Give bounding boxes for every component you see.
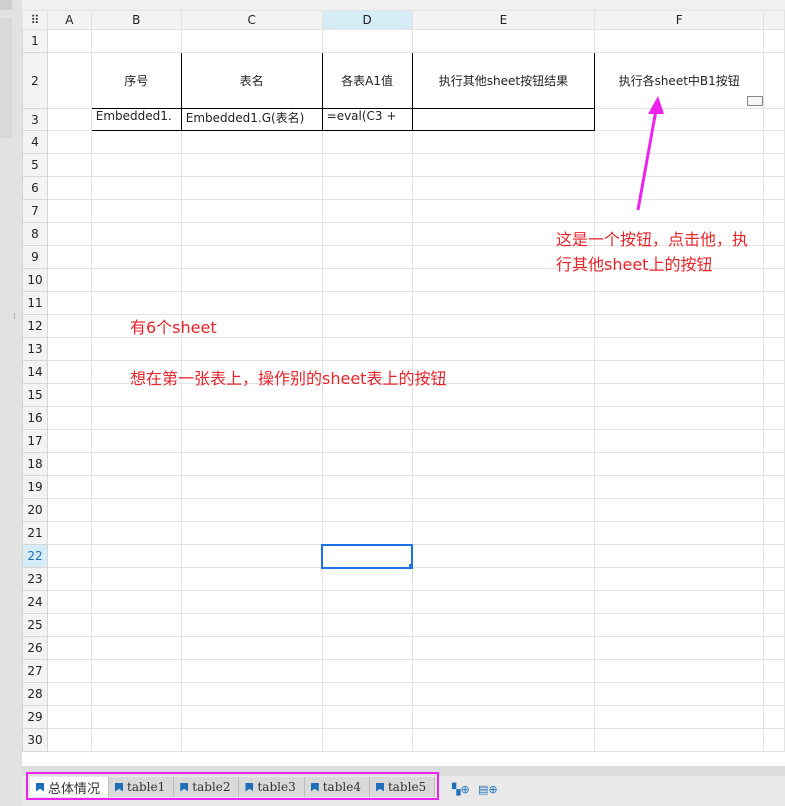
sheet-tab-label: table1 <box>127 780 166 794</box>
sheet-count-note: 有6个sheet <box>130 318 217 337</box>
sheet-tab-label: 总体情况 <box>48 781 101 797</box>
toolbar-gap <box>22 0 785 10</box>
sheet-tab-4[interactable]: table4 <box>304 777 370 797</box>
add-sheet-icon[interactable]: ▚⊕ <box>452 783 470 796</box>
sheet-icon <box>36 782 44 792</box>
sheet-icon <box>115 782 124 792</box>
button-note-line2: 行其他sheet上的按钮 <box>556 255 713 274</box>
button-note-line1: 这是一个按钮，点击他，执 <box>556 230 749 249</box>
sheet-tab-label: table5 <box>387 780 427 794</box>
sheet-tab-label: table3 <box>257 780 296 794</box>
sheet-tab-label: table4 <box>322 780 361 794</box>
sheet-icon <box>375 782 384 792</box>
add-report-icon[interactable]: ▤⊕ <box>478 783 498 796</box>
goal-note: 想在第一张表上，操作别的sheet表上的按钮 <box>130 369 447 388</box>
spreadsheet-grid[interactable]: ⠿ A B C D E F 1 2 序号 表名 各表A1值 执行其他sheet按钮结果 执行各sheet中… <box>22 10 785 766</box>
sheet-tabs-highlight: 总体情况 table1 table2 table3 table4 table5 <box>26 772 440 800</box>
sheet-icon <box>245 782 254 792</box>
splitter-grip[interactable]: ⁞ <box>13 312 16 322</box>
sheet-tab-bar: 总体情况 table1 table2 table3 table4 table5 ▚⊕ ▤⊕ <box>22 766 785 806</box>
sheet-tab-label: table2 <box>192 780 231 794</box>
sheet-icon <box>180 782 189 792</box>
sheet-tab-1[interactable]: table1 <box>109 777 175 797</box>
sheet-tab-2[interactable]: table2 <box>174 777 240 797</box>
sheet-tab-5[interactable]: table5 <box>369 777 436 797</box>
sheet-tab-3[interactable]: table3 <box>239 777 305 797</box>
left-panel-strip: ⁞ <box>0 0 23 806</box>
sheet-tab-0[interactable]: 总体情况 <box>30 777 110 797</box>
sheet-icon <box>310 782 319 792</box>
